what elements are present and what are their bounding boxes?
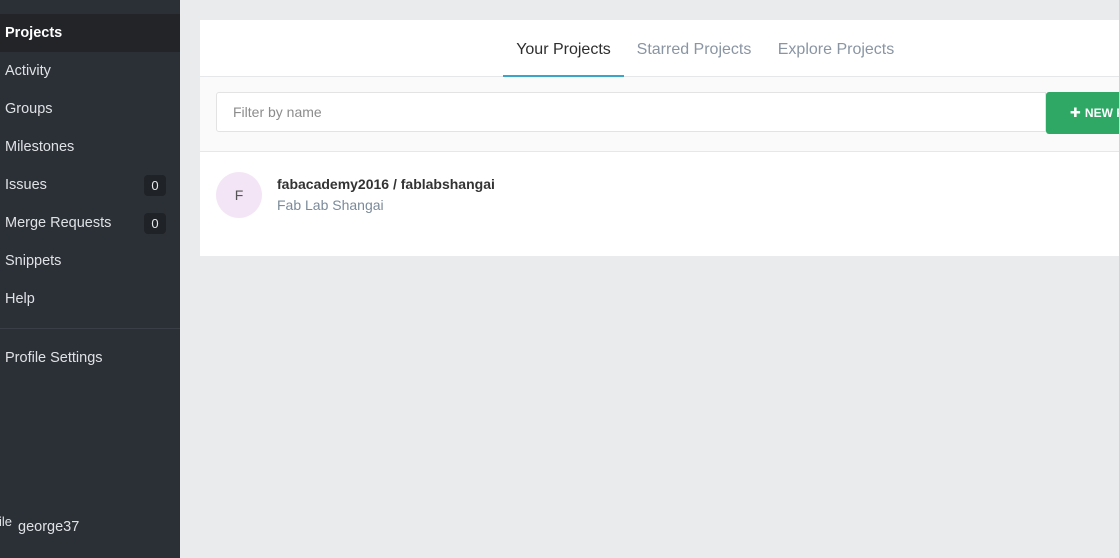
new-project-button[interactable]: ✚ NEW P: [1046, 92, 1119, 134]
sidebar-item-milestones[interactable]: Milestones: [0, 128, 180, 166]
sidebar-item-label: Milestones: [5, 139, 75, 155]
project-list-item[interactable]: F fabacademy2016 / fablabshangai Fab Lab…: [200, 152, 1119, 256]
sidebar-item-label: Profile Settings: [5, 350, 103, 366]
tab-starred-projects[interactable]: Starred Projects: [630, 20, 758, 76]
sidebar-item-activity[interactable]: Activity: [0, 52, 180, 90]
sidebar: Projects Activity Groups Milestones Issu…: [0, 0, 180, 558]
sidebar-item-snippets[interactable]: Snippets: [0, 242, 180, 280]
username: george37: [18, 519, 80, 535]
tab-your-projects[interactable]: Your Projects: [503, 20, 624, 77]
project-tabs: Your Projects Starred Projects Explore P…: [200, 20, 1119, 77]
sidebar-divider: [0, 328, 180, 329]
sidebar-item-label: Help: [5, 291, 35, 307]
filter-bar: ✚ NEW P: [200, 77, 1119, 152]
sidebar-item-projects[interactable]: Projects: [0, 14, 180, 52]
project-name-link[interactable]: fabacademy2016 / fablabshangai: [277, 176, 495, 192]
sidebar-item-label: Projects: [5, 25, 63, 41]
sidebar-item-issues[interactable]: Issues 0: [0, 166, 180, 204]
issues-count-badge: 0: [144, 175, 166, 196]
sidebar-item-label: Snippets: [5, 253, 62, 269]
new-project-button-label: NEW P: [1084, 106, 1119, 120]
project-description: Fab Lab Shangai: [277, 197, 384, 213]
projects-panel: Your Projects Starred Projects Explore P…: [200, 20, 1119, 256]
sidebar-item-label: Activity: [5, 63, 51, 79]
sidebar-item-label: Merge Requests: [5, 215, 112, 231]
sidebar-item-merge-requests[interactable]: Merge Requests 0: [0, 204, 180, 242]
sidebar-item-profile-settings[interactable]: Profile Settings: [0, 339, 180, 377]
sidebar-item-groups[interactable]: Groups: [0, 90, 180, 128]
sidebar-item-label: Groups: [5, 101, 53, 117]
filter-by-name-input[interactable]: [216, 92, 1046, 132]
merge-requests-count-badge: 0: [144, 213, 166, 234]
profile-label-fragment: ile: [0, 514, 13, 529]
user-profile-link[interactable]: ile george37: [0, 510, 180, 546]
project-avatar: F: [216, 172, 262, 218]
sidebar-item-label: Issues: [5, 177, 47, 193]
plus-icon: ✚: [1070, 105, 1081, 120]
tab-explore-projects[interactable]: Explore Projects: [770, 20, 902, 76]
sidebar-item-help[interactable]: Help: [0, 280, 180, 318]
